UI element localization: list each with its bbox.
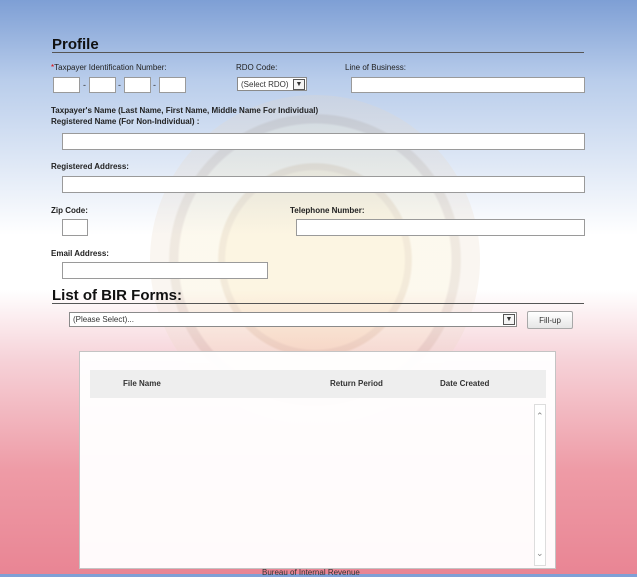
profile-title: Profile	[52, 36, 99, 53]
tin-part-3-input[interactable]	[124, 77, 151, 93]
zip-code-input[interactable]	[62, 219, 88, 236]
table-scrollbar[interactable]: ⌃ ⌄	[534, 404, 546, 566]
forms-table-panel: File Name Return Period Date Created ⌃ ⌄	[79, 351, 556, 569]
column-header-file-name[interactable]: File Name	[123, 379, 161, 388]
profile-divider	[52, 52, 584, 53]
registered-address-label: Registered Address:	[51, 162, 129, 171]
taxpayer-name-label: Taxpayer's Name (Last Name, First Name, …	[51, 106, 319, 115]
telephone-label: Telephone Number:	[290, 206, 365, 215]
tin-separator: -	[118, 80, 121, 90]
bir-form-select[interactable]: (Please Select)... ▼	[69, 312, 517, 327]
line-of-business-input[interactable]	[351, 77, 585, 93]
table-header: File Name Return Period Date Created	[90, 370, 546, 398]
tin-part-4-input[interactable]	[159, 77, 186, 93]
chevron-down-icon: ▼	[293, 79, 305, 90]
registered-address-input[interactable]	[62, 176, 585, 193]
tin-separator: -	[153, 80, 156, 90]
scroll-down-icon[interactable]: ⌄	[536, 548, 544, 559]
forms-divider	[52, 303, 584, 304]
bir-form-selected-value: (Please Select)...	[73, 315, 134, 324]
column-header-return-period[interactable]: Return Period	[330, 379, 383, 388]
telephone-input[interactable]	[296, 219, 585, 236]
forms-title: List of BIR Forms:	[52, 287, 182, 304]
email-input[interactable]	[62, 262, 268, 279]
lob-label: Line of Business:	[345, 63, 406, 72]
rdo-label: RDO Code:	[236, 63, 278, 72]
tin-part-1-input[interactable]	[53, 77, 80, 93]
rdo-selected-value: (Select RDO)	[241, 79, 289, 89]
footer-text: Bureau of Internal Revenue	[262, 568, 360, 577]
chevron-down-icon: ▼	[503, 314, 515, 325]
fill-up-button[interactable]: Fill-up	[527, 311, 573, 329]
tin-label-text: Taxpayer Identification Number:	[54, 63, 167, 72]
column-header-date-created[interactable]: Date Created	[440, 379, 489, 388]
tin-label: *Taxpayer Identification Number:	[51, 63, 167, 72]
registered-name-label: Registered Name (For Non-Individual) :	[51, 117, 200, 126]
tin-separator: -	[83, 80, 86, 90]
zip-code-label: Zip Code:	[51, 206, 88, 215]
email-label: Email Address:	[51, 249, 109, 258]
scroll-up-icon[interactable]: ⌃	[536, 411, 544, 422]
rdo-code-select[interactable]: (Select RDO) ▼	[237, 77, 307, 91]
taxpayer-name-input[interactable]	[62, 133, 585, 150]
tin-part-2-input[interactable]	[89, 77, 116, 93]
